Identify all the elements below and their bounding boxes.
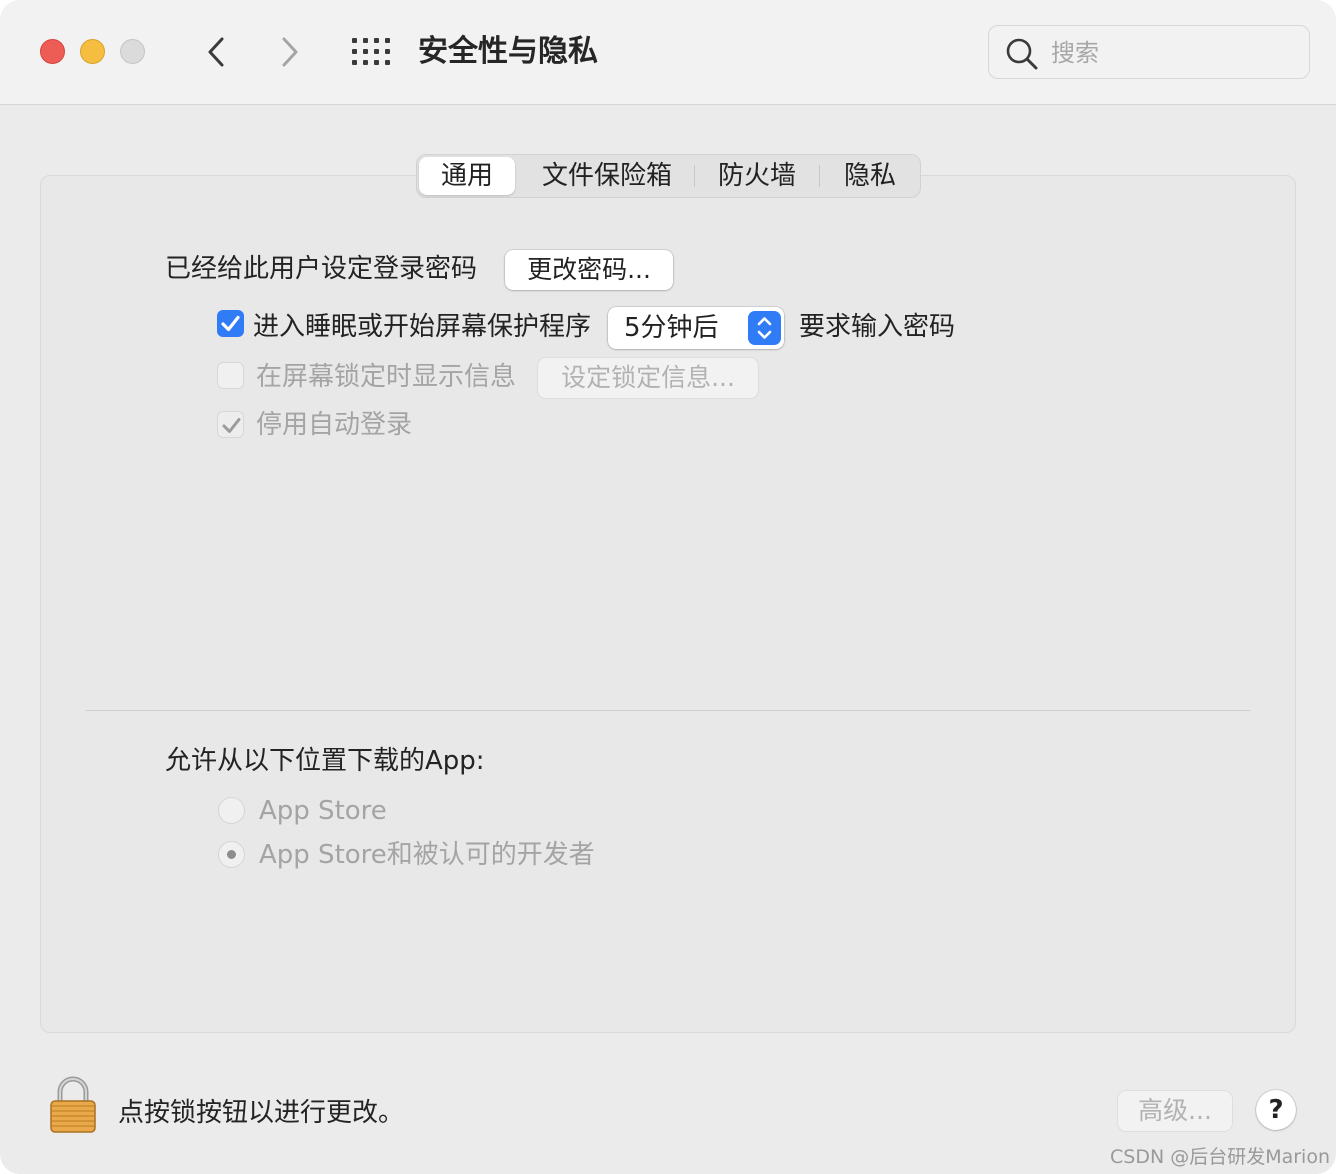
show-all-button[interactable]: [352, 38, 390, 66]
radio-app-store-identified-developers[interactable]: [218, 841, 245, 868]
show-message-checkbox[interactable]: [217, 362, 244, 389]
checkmark-icon: [221, 315, 240, 332]
lock-hint-text: 点按锁按钮以进行更改。: [118, 1098, 405, 1128]
tab-privacy[interactable]: 隐私: [823, 157, 917, 195]
change-password-button[interactable]: 更改密码...: [505, 250, 673, 290]
password-delay-value: 5分钟后: [624, 313, 719, 343]
security-privacy-window: 安全性与隐私 通用 文件保险箱 防火墙 隐私 已经给此用户设定登录密码 更改密码…: [0, 0, 1336, 1174]
require-password-checkbox[interactable]: [217, 310, 244, 337]
disable-auto-login-label: 停用自动登录: [256, 410, 413, 440]
chevron-up-down-icon: [757, 317, 772, 339]
tab-general[interactable]: 通用: [419, 157, 515, 195]
minimize-button[interactable]: [80, 39, 105, 64]
tab-separator: [819, 165, 820, 187]
close-button[interactable]: [40, 39, 65, 64]
chevron-right-icon: [282, 37, 298, 67]
watermark: CSDN @后台研发Marion: [1110, 1146, 1331, 1168]
tab-separator: [694, 165, 695, 187]
help-button[interactable]: ?: [1256, 1090, 1296, 1130]
tab-firewall[interactable]: 防火墙: [699, 157, 815, 195]
show-message-label: 在屏幕锁定时显示信息: [256, 362, 517, 392]
section-divider: [86, 710, 1250, 711]
require-password-suffix: 要求输入密码: [799, 312, 956, 342]
popup-stepper: [748, 311, 781, 345]
tab-bar: 通用 文件保险箱 防火墙 隐私: [416, 154, 921, 198]
set-lock-message-button[interactable]: 设定锁定信息...: [538, 358, 758, 398]
search-icon: [1006, 38, 1038, 70]
lock-button[interactable]: [48, 1076, 98, 1134]
advanced-button[interactable]: 高级...: [1118, 1091, 1232, 1131]
radio-selected-dot: [227, 850, 236, 859]
require-password-prefix: 进入睡眠或开始屏幕保护程序: [253, 312, 592, 342]
radio-app-store[interactable]: [218, 797, 245, 824]
downloads-title: 允许从以下位置下载的App:: [165, 746, 485, 776]
radio-identified-developers-label: App Store和被认可的开发者: [259, 840, 595, 870]
search-input[interactable]: [1049, 34, 1293, 72]
padlock-icon: [50, 1076, 96, 1133]
zoom-button[interactable]: [120, 39, 145, 64]
forward-button[interactable]: [275, 34, 305, 70]
tab-content-panel: [40, 175, 1296, 1033]
back-button[interactable]: [201, 34, 231, 70]
radio-app-store-label: App Store: [259, 796, 387, 826]
chevron-left-icon: [208, 37, 224, 67]
checkmark-icon: [222, 418, 241, 433]
tab-filevault[interactable]: 文件保险箱: [523, 157, 691, 195]
title-bar: 安全性与隐私: [0, 0, 1336, 105]
window-title: 安全性与隐私: [418, 34, 598, 69]
grid-icon: [352, 38, 390, 65]
disable-auto-login-checkbox[interactable]: [217, 411, 244, 438]
password-set-label: 已经给此用户设定登录密码: [165, 254, 478, 284]
search-field[interactable]: [988, 25, 1310, 79]
password-delay-popup[interactable]: 5分钟后: [608, 307, 784, 349]
